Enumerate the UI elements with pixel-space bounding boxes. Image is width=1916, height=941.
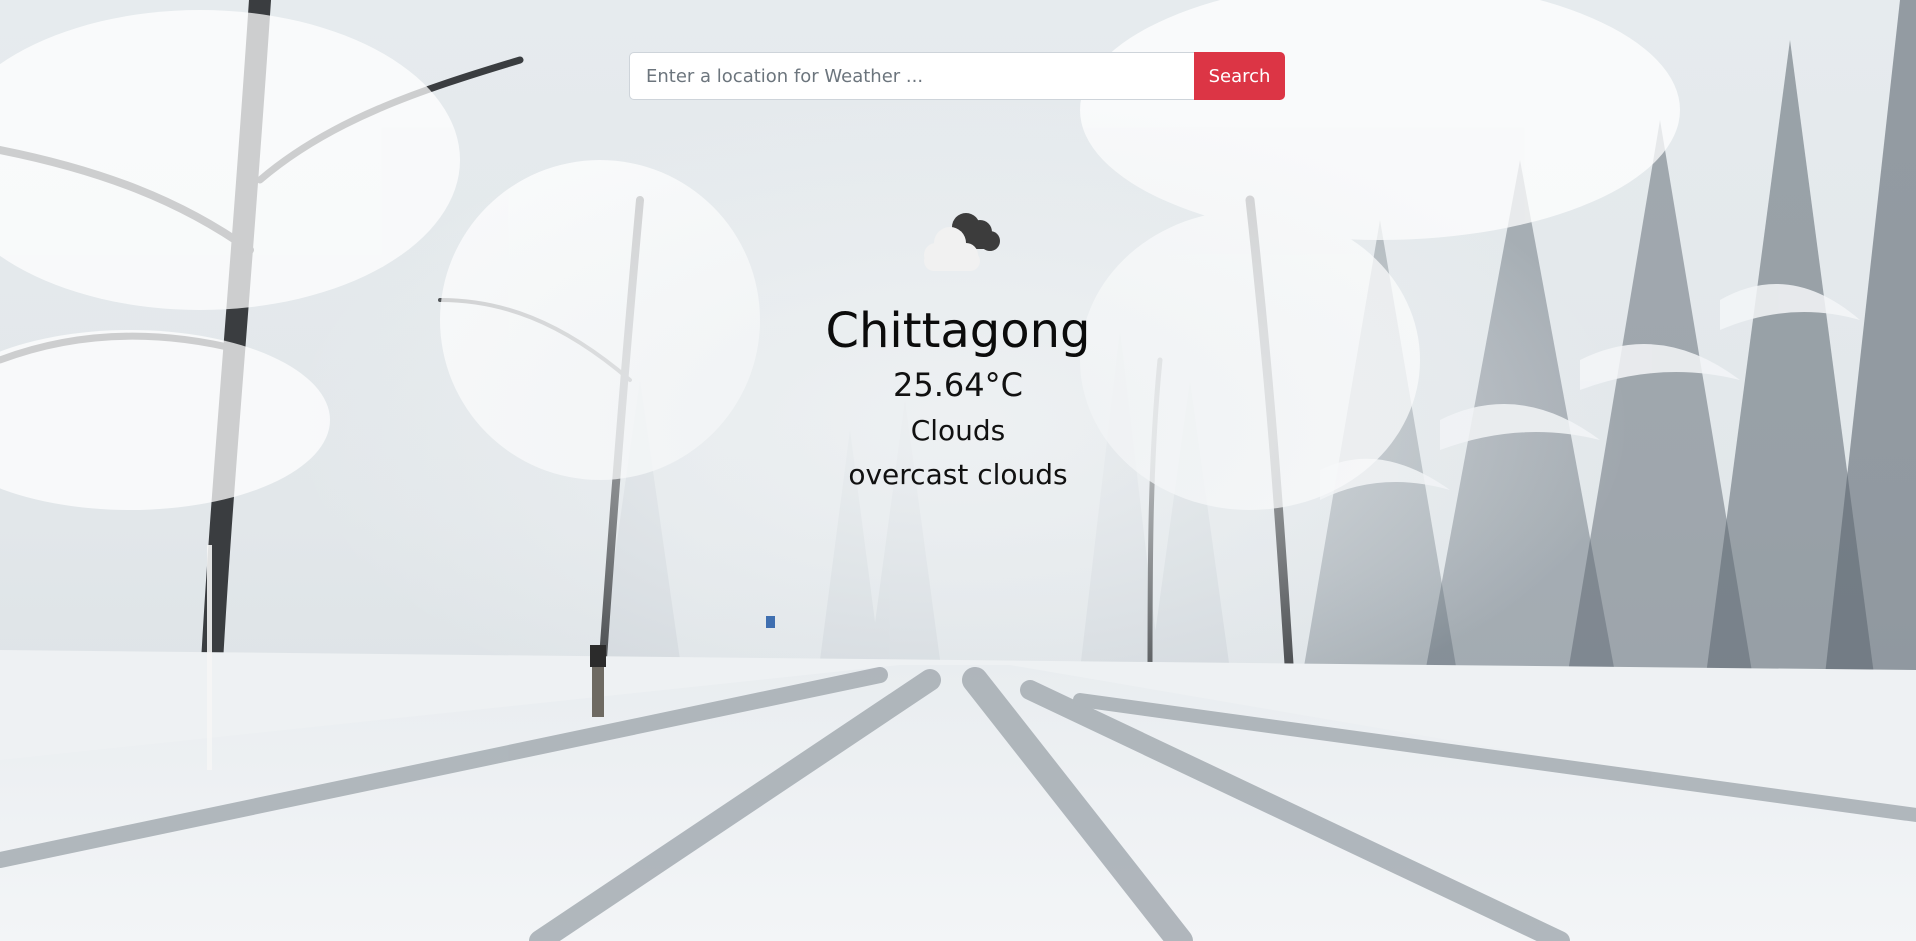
weather-description: overcast clouds <box>848 458 1068 491</box>
search-button[interactable]: Search <box>1194 52 1285 100</box>
location-search-input[interactable] <box>629 52 1194 100</box>
weather-panel: Chittagong 25.64°C Clouds overcast cloud… <box>0 205 1916 493</box>
weather-condition: Clouds <box>910 414 1006 447</box>
overcast-clouds-icon <box>924 213 1000 271</box>
city-name: Chittagong <box>825 303 1091 359</box>
search-bar: Search <box>629 52 1285 100</box>
temperature: 25.64°C <box>893 366 1023 404</box>
